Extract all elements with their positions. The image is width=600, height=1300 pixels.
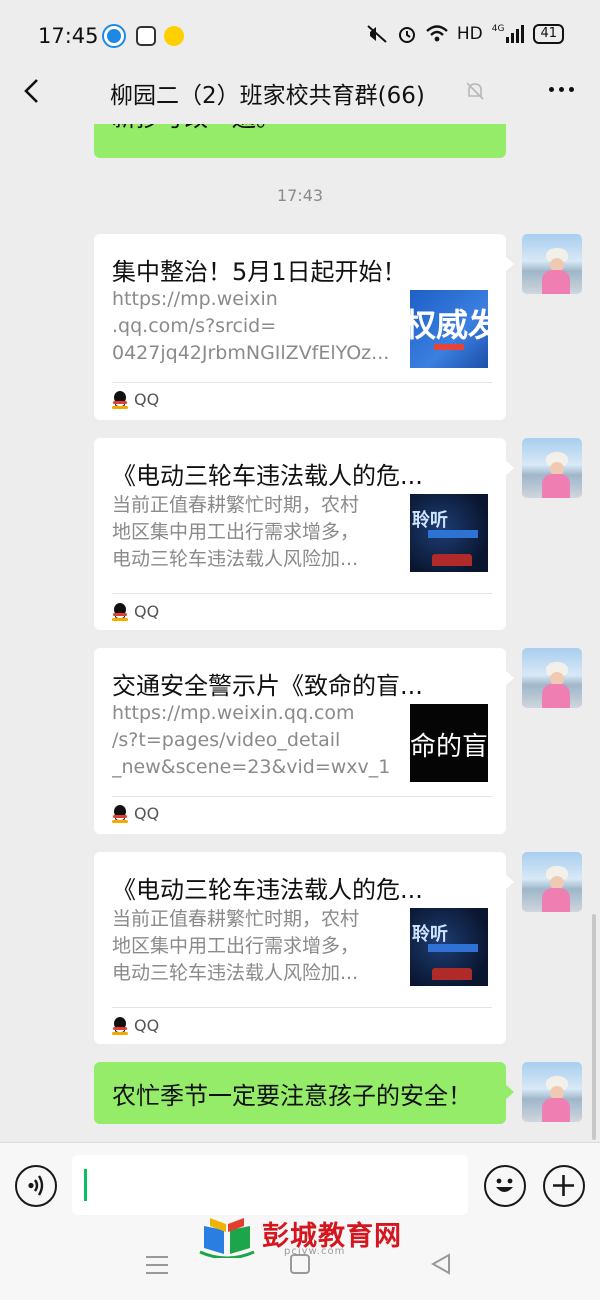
- emoji-icon[interactable]: [484, 1165, 526, 1207]
- card-divider: [112, 796, 492, 797]
- partial-message-bubble[interactable]: 新抄写改一遍。: [94, 124, 506, 158]
- card-divider: [112, 593, 492, 594]
- avatar[interactable]: [522, 1062, 582, 1122]
- link-card[interactable]: 《电动三轮车违法载人的危... 当前正值春耕繁忙时期，农村 地区集中用工出行需求增…: [94, 852, 514, 1044]
- battery-level: 41: [540, 26, 557, 41]
- link-card-desc: 当前正值春耕繁忙时期，农村 地区集中用工出行需求增多， 电动三轮车违法载人风险加..…: [112, 494, 360, 570]
- link-source: QQ: [112, 602, 159, 621]
- watermark: 彭城教育网 pcjyw.com: [198, 1210, 418, 1260]
- muted-bell-icon: [466, 82, 484, 100]
- avatar[interactable]: [522, 438, 582, 498]
- link-thumbnail: 权威发布: [410, 290, 488, 368]
- link-card-title: 《电动三轮车违法载人的危...: [112, 876, 423, 904]
- timestamp: 17:43: [276, 186, 324, 205]
- link-card-title: 集中整治！5月1日起开始！: [112, 258, 407, 286]
- link-card-title: 交通安全警示片《致命的盲...: [112, 672, 423, 700]
- scrollbar[interactable]: [592, 914, 596, 1140]
- menu-icon[interactable]: [146, 1256, 168, 1280]
- chat-area[interactable]: 新抄写改一遍。 17:43 集中整治！5月1日起开始！ https://mp.w…: [0, 124, 600, 1142]
- link-source: QQ: [112, 390, 159, 409]
- link-card-desc: https://mp.weixin .qq.com/s?srcid= 0427jq4…: [112, 288, 390, 364]
- link-thumbnail: 命的盲: [410, 704, 488, 782]
- watermark-sub: pcjyw.com: [284, 1246, 346, 1257]
- signal-label: 4G: [491, 24, 505, 34]
- battery-icon: 41: [533, 24, 564, 44]
- mute-notification-icon: [367, 25, 387, 43]
- qq-icon: [112, 1016, 128, 1035]
- app-notification-icon: [104, 26, 124, 46]
- partial-message-text: 新抄写改一遍。: [112, 124, 280, 133]
- qq-icon: [112, 804, 128, 823]
- back-arrow-icon[interactable]: [18, 76, 48, 106]
- app-icon: [164, 26, 184, 46]
- voice-icon[interactable]: [15, 1165, 57, 1207]
- card-divider: [112, 1007, 492, 1008]
- link-thumbnail: 聆听: [410, 908, 488, 986]
- chat-header: 柳园二（2）班家校共育群(66): [0, 60, 600, 124]
- baidu-icon: [136, 26, 156, 46]
- text-caret: [84, 1169, 87, 1201]
- avatar[interactable]: [522, 648, 582, 708]
- link-card-desc: 当前正值春耕繁忙时期，农村 地区集中用工出行需求增多， 电动三轮车违法载人风险加..…: [112, 908, 360, 984]
- link-thumbnail: 聆听: [410, 494, 488, 572]
- watermark-logo: [199, 1218, 255, 1258]
- link-source: QQ: [112, 804, 159, 823]
- chat-title: 柳园二（2）班家校共育群(66): [110, 83, 425, 109]
- text-message-bubble[interactable]: 农忙季节一定要注意孩子的安全！: [94, 1062, 514, 1124]
- link-card[interactable]: 交通安全警示片《致命的盲... https://mp.weixin.qq.com…: [94, 648, 514, 834]
- avatar[interactable]: [522, 852, 582, 912]
- link-card-title: 《电动三轮车违法载人的危...: [112, 462, 423, 490]
- link-card-desc: https://mp.weixin.qq.com/s?t=pages/video…: [112, 702, 392, 778]
- alarm-icon: [398, 27, 415, 43]
- link-card[interactable]: 《电动三轮车违法载人的危... 当前正值春耕繁忙时期，农村 地区集中用工出行需求增…: [94, 438, 514, 630]
- qq-icon: [112, 390, 128, 409]
- status-time: 17:45: [38, 24, 99, 48]
- text-message: 农忙季节一定要注意孩子的安全！: [112, 1082, 472, 1110]
- card-divider: [112, 382, 492, 383]
- link-card[interactable]: 集中整治！5月1日起开始！ https://mp.weixin .qq.com/s…: [94, 234, 514, 420]
- avatar[interactable]: [522, 234, 582, 294]
- network-label: HD: [456, 24, 483, 44]
- plus-icon[interactable]: [543, 1165, 585, 1207]
- qq-icon: [112, 602, 128, 621]
- signal-icon: 4G: [492, 25, 525, 43]
- more-icon[interactable]: [549, 87, 574, 92]
- link-source: QQ: [112, 1016, 159, 1035]
- wifi-icon: [426, 25, 448, 42]
- message-input[interactable]: [72, 1155, 468, 1215]
- status-icons: HD 4G 41: [366, 24, 564, 44]
- back-icon[interactable]: [430, 1252, 452, 1276]
